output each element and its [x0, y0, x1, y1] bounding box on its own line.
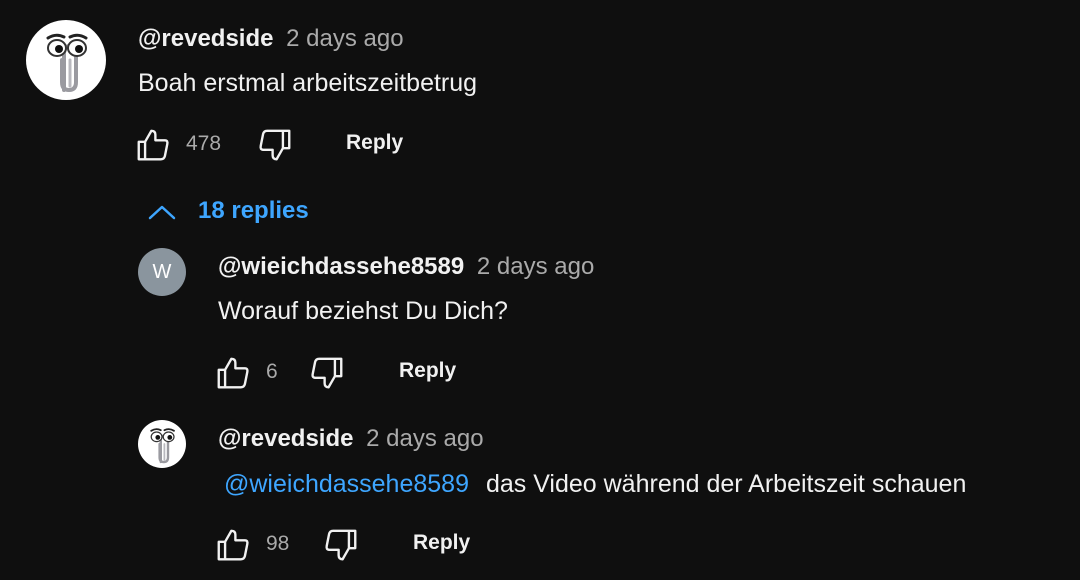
thumbs-up-icon — [137, 129, 169, 161]
like-count: 6 — [266, 360, 278, 383]
like-button[interactable] — [134, 126, 172, 164]
clippy-paperclip-icon — [46, 33, 88, 93]
dislike-button[interactable] — [308, 354, 346, 392]
thumbs-down-icon — [311, 357, 343, 389]
reply-text: Worauf beziehst Du Dich? — [218, 297, 508, 325]
reply-button[interactable]: Reply — [346, 131, 403, 155]
replies-count-link[interactable]: 18 replies — [198, 197, 309, 225]
reply-header: @revedside 2 days ago — [218, 425, 484, 453]
like-count: 478 — [186, 132, 222, 155]
like-button[interactable] — [214, 354, 252, 392]
comment-avatar[interactable] — [26, 20, 106, 100]
reply-header: @wieichdassehe8589 2 days ago — [218, 253, 594, 281]
reply-author[interactable]: @wieichdassehe8589 — [218, 253, 464, 280]
dislike-button[interactable] — [322, 526, 360, 564]
avatar-letter: W — [152, 260, 172, 283]
replies-toggle[interactable] — [146, 200, 178, 224]
like-count: 98 — [266, 532, 290, 555]
reply-time[interactable]: 2 days ago — [477, 253, 594, 280]
reply-time[interactable]: 2 days ago — [366, 425, 483, 452]
comment-text: Boah erstmal arbeitszeitbetrug — [138, 69, 478, 97]
reply-button[interactable]: Reply — [399, 359, 456, 383]
reply-avatar[interactable] — [138, 420, 186, 468]
reply-button[interactable]: Reply — [413, 531, 470, 555]
comment-header: @revedside 2 days ago — [138, 25, 404, 53]
comment-time[interactable]: 2 days ago — [286, 25, 403, 52]
reply-avatar[interactable]: W — [138, 248, 186, 296]
reply-author[interactable]: @revedside — [218, 425, 353, 452]
clippy-paperclip-icon — [150, 428, 175, 464]
thumbs-up-icon — [217, 357, 249, 389]
reply-text: @wieichdassehe8589 das Video während der… — [224, 470, 966, 499]
comment-author[interactable]: @revedside — [138, 25, 273, 52]
chevron-up-icon — [148, 205, 176, 220]
mention-link[interactable]: @wieichdassehe8589 — [224, 470, 469, 498]
reply-text-body: das Video während der Arbeitszeit schaue… — [485, 470, 967, 498]
dislike-button[interactable] — [256, 126, 294, 164]
thumbs-up-icon — [217, 529, 249, 561]
like-button[interactable] — [214, 526, 252, 564]
thumbs-down-icon — [325, 529, 357, 561]
thumbs-down-icon — [259, 129, 291, 161]
